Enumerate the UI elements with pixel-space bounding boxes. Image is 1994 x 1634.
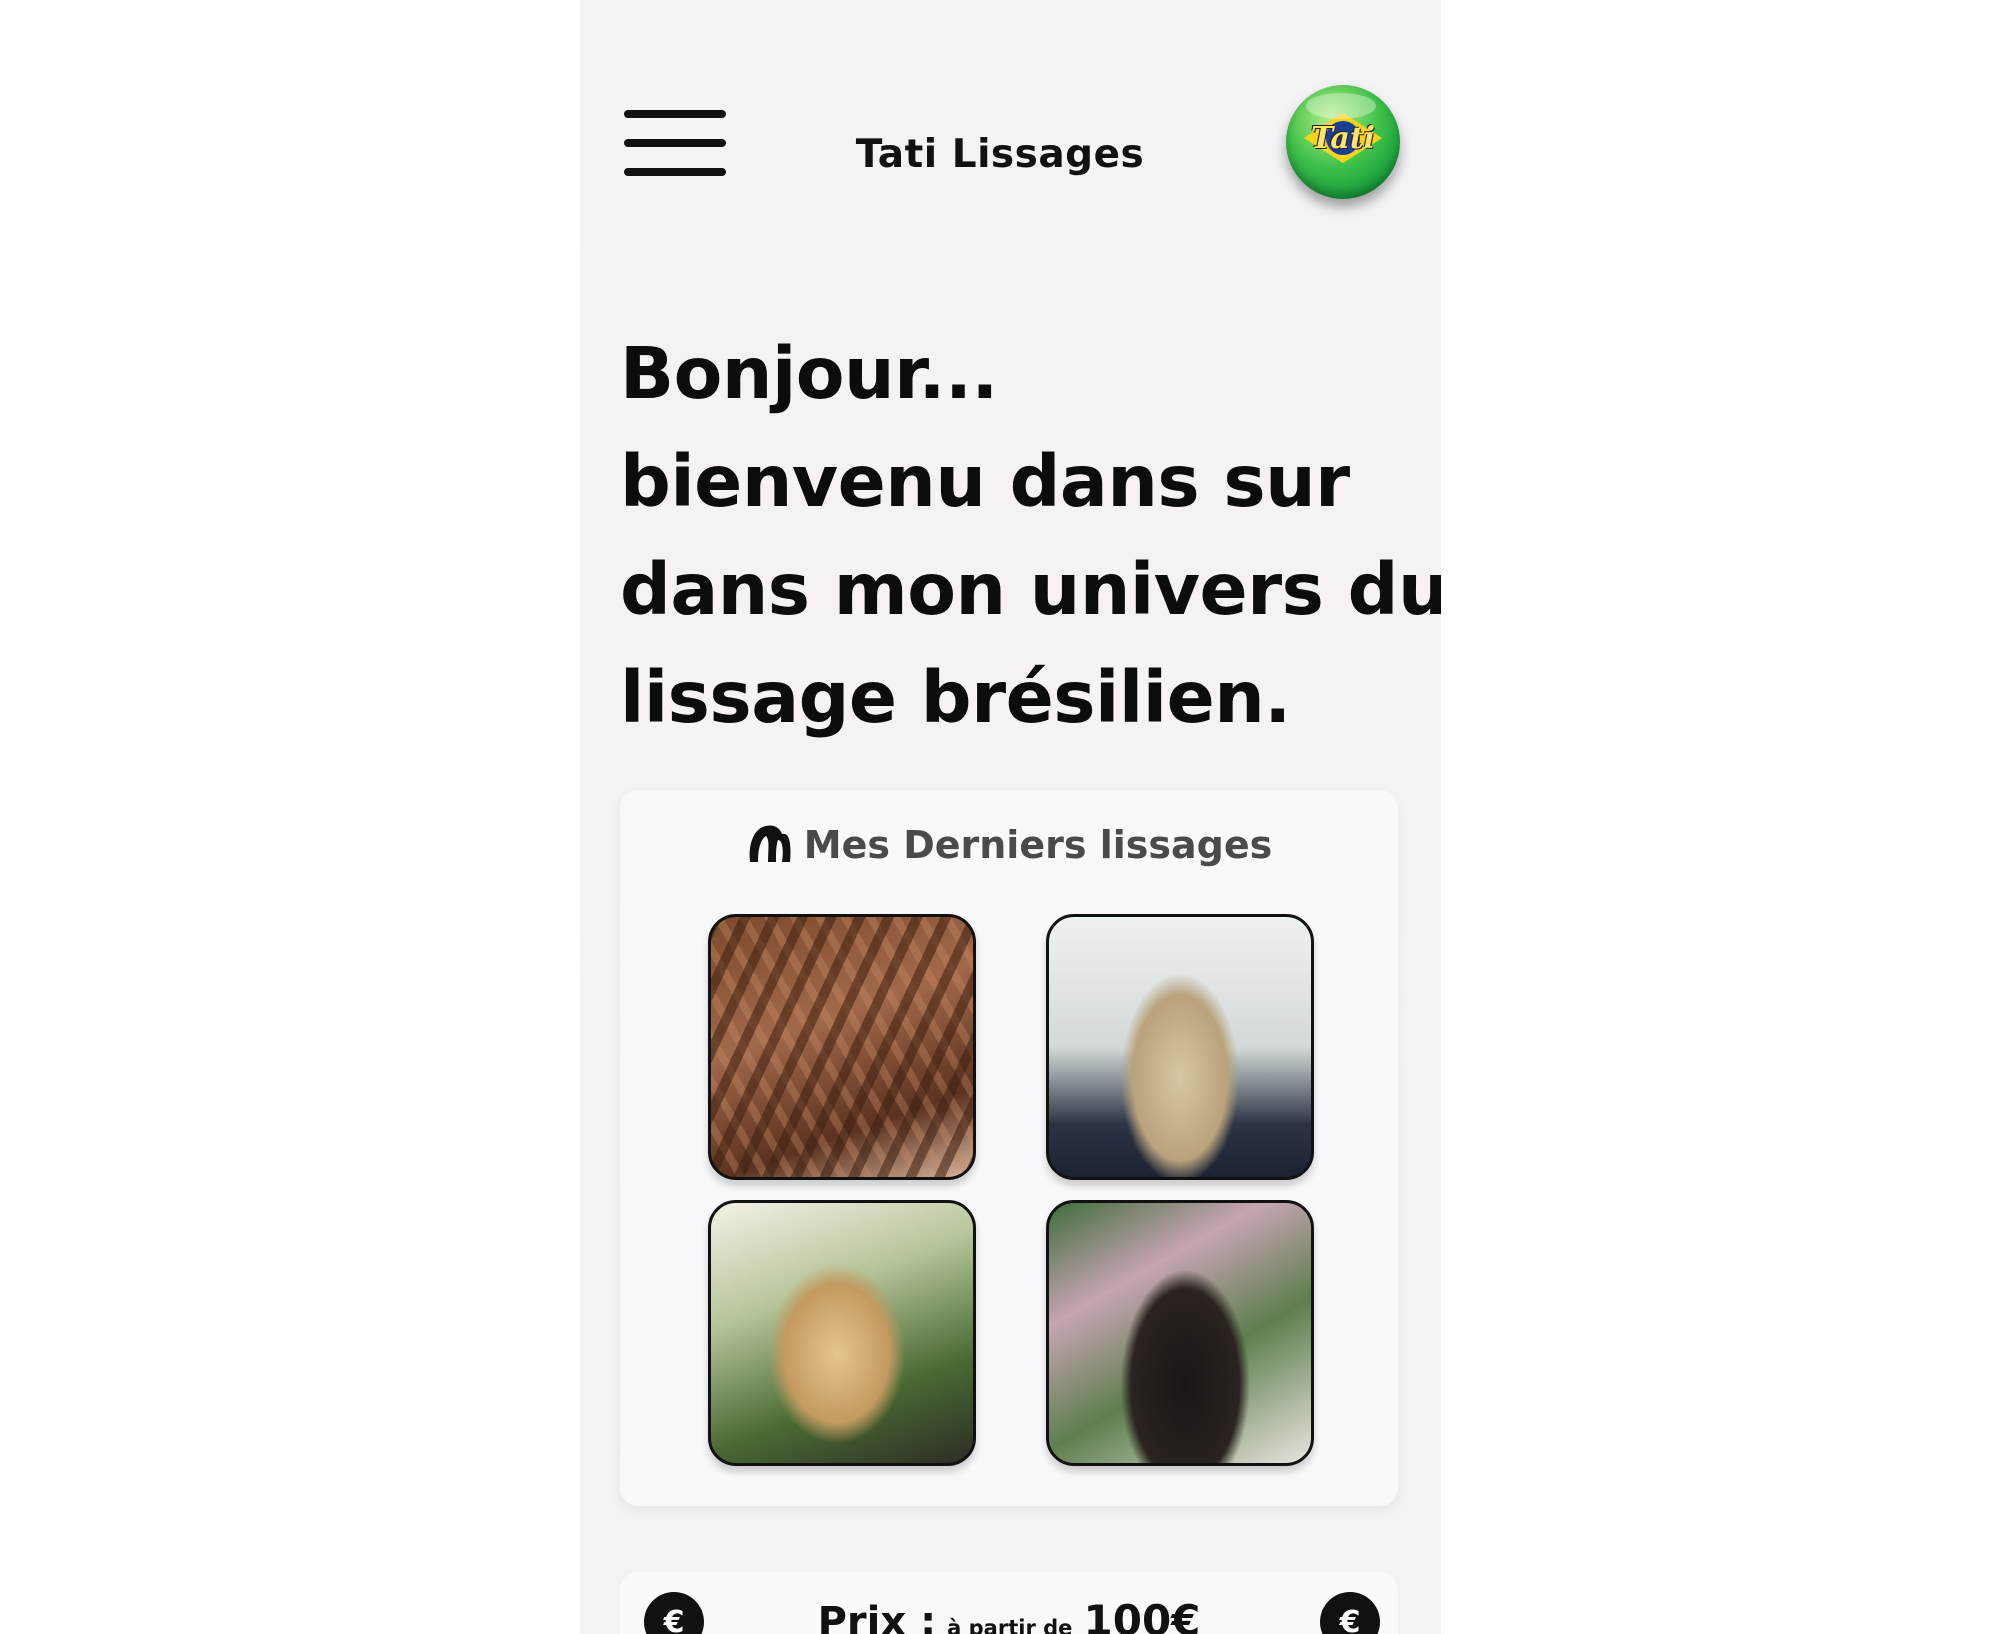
welcome-heading: Bonjour... bienvenu dans sur dans mon un… xyxy=(620,320,1441,752)
site-title: Tati Lissages xyxy=(855,132,1145,177)
gallery-photo-2[interactable] xyxy=(1046,914,1314,1180)
price-label: Prix : xyxy=(817,1599,937,1634)
price-line: Prix : à partir de 100€ xyxy=(620,1596,1398,1634)
gallery-photo-3[interactable] xyxy=(708,1200,976,1466)
welcome-line: lissage brésilien. xyxy=(620,656,1291,739)
brand-logo[interactable]: Tati xyxy=(1286,85,1400,199)
hair-icon xyxy=(746,822,792,873)
phone-screen: Tati Lissages Tati Bonjour... bienvenu d… xyxy=(580,0,1441,1634)
latest-work-title: Mes Derniers lissages xyxy=(620,822,1398,873)
latest-work-title-text: Mes Derniers lissages xyxy=(803,823,1273,867)
welcome-line: bienvenu dans sur xyxy=(620,440,1350,523)
latest-work-card: Mes Derniers lissages xyxy=(620,790,1398,1506)
price-from: à partir de xyxy=(947,1616,1073,1634)
price-value: 100€ xyxy=(1083,1596,1201,1634)
logo-shine xyxy=(1306,93,1376,119)
price-card: € Prix : à partir de 100€ € xyxy=(620,1572,1398,1634)
logo-text: Tati xyxy=(1310,121,1376,156)
gallery-photo-1[interactable] xyxy=(708,914,976,1180)
welcome-line: Bonjour... xyxy=(620,332,998,415)
welcome-line: dans mon univers du xyxy=(620,548,1441,631)
hamburger-menu-icon[interactable] xyxy=(624,110,726,176)
gallery-photo-4[interactable] xyxy=(1046,1200,1314,1466)
